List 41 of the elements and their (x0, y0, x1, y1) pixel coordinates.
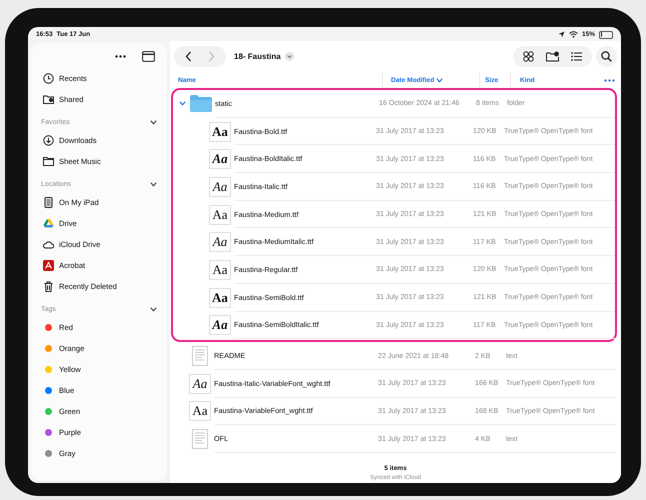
font-preview-thumbnail: Aa (209, 176, 231, 197)
drive-logo-icon (42, 218, 54, 229)
sidebar-toggle-icon[interactable] (142, 50, 155, 62)
location-icon (558, 31, 565, 38)
sort-chevron-icon[interactable] (436, 78, 444, 82)
folder-title[interactable]: 18- Faustina (234, 52, 281, 60)
document-thumbnail-icon (192, 346, 208, 366)
folder-icon (190, 95, 212, 112)
search-icon (601, 50, 612, 62)
back-icon[interactable] (185, 50, 192, 62)
acrobat-logo-icon (42, 260, 54, 271)
search-button[interactable] (596, 46, 617, 66)
font-preview-thumbnail: Aa (209, 122, 231, 142)
expand-chevron-icon[interactable] (178, 101, 186, 106)
font-preview-thumbnail: Aa (189, 401, 211, 422)
tablet-icon (42, 197, 54, 208)
cloud-icon (42, 239, 54, 250)
font-preview-thumbnail: Aa (209, 204, 231, 225)
more-icon[interactable] (115, 54, 126, 58)
document-thumbnail-icon (192, 429, 208, 450)
download-icon (42, 135, 54, 146)
font-preview-thumbnail: Aa (209, 260, 231, 280)
font-preview-thumbnail: Aa (209, 288, 231, 308)
list-view-icon[interactable] (571, 52, 582, 60)
font-preview-thumbnail: Aa (189, 374, 211, 394)
wifi-icon (568, 31, 578, 38)
shared-folder-icon (42, 94, 54, 105)
group-icon[interactable] (523, 50, 534, 62)
new-folder-icon[interactable] (546, 50, 559, 62)
chevron-icon[interactable] (150, 306, 157, 312)
chevron-icon[interactable] (150, 120, 157, 124)
folder-icon (42, 156, 54, 167)
chevron-icon[interactable] (150, 182, 157, 186)
clock-icon (42, 73, 54, 84)
battery-icon (599, 30, 613, 38)
trash-icon (42, 281, 54, 292)
font-preview-thumbnail: Aa (209, 149, 231, 170)
more-options-icon[interactable] (604, 78, 615, 82)
dropdown-chevron-icon[interactable] (284, 52, 294, 60)
font-preview-thumbnail: Aa (209, 232, 231, 252)
font-preview-thumbnail: Aa (209, 315, 231, 336)
